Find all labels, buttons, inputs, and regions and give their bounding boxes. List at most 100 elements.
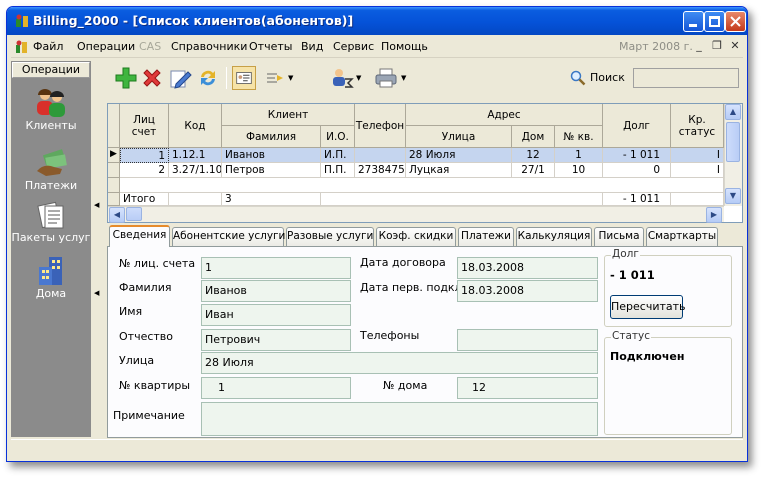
close-button[interactable] <box>725 11 746 32</box>
menu-help[interactable]: Помощь <box>381 40 428 53</box>
status-group-title: Статус <box>611 330 651 342</box>
first-connection-field[interactable]: 18.03.2008 <box>457 280 598 302</box>
table-cell[interactable]: Иванов <box>222 148 321 163</box>
table-cell[interactable]: Петров <box>222 163 321 178</box>
patronymic-field[interactable]: Петрович <box>201 329 351 351</box>
table-cell[interactable]: 2 <box>120 163 169 178</box>
table-cell[interactable]: 3.27/1.10. <box>169 163 222 178</box>
column-header-initials[interactable]: И.О. <box>321 126 355 148</box>
tab-smartcards[interactable]: Смарткарты <box>646 227 718 246</box>
scroll-up-icon[interactable]: ▲ <box>725 104 741 120</box>
menu-file[interactable]: Файл <box>33 40 63 53</box>
table-cell[interactable]: - 1 011 <box>603 148 671 163</box>
column-header-debt[interactable]: Долг <box>603 104 671 148</box>
column-header-flat[interactable]: № кв. <box>555 126 603 148</box>
refresh-icon[interactable] <box>196 66 220 90</box>
toolbar: ▼ ▼ ▼ Поиск <box>104 61 744 95</box>
tab-info[interactable]: Сведения <box>109 225 170 247</box>
collapse-left-icon[interactable]: ◀ <box>94 201 99 209</box>
table-cell[interactable]: И.П. <box>321 148 355 163</box>
menu-reports[interactable]: Отчеты <box>249 40 292 53</box>
house-field[interactable]: 12 <box>457 377 598 399</box>
column-header-street[interactable]: Улица <box>406 126 512 148</box>
vertical-scrollbar[interactable]: ▲ ▼ <box>724 104 742 206</box>
table-cell[interactable]: 1.12.1 <box>169 148 222 163</box>
table-cell[interactable]: 27/1 <box>512 163 555 178</box>
menu-view[interactable]: Вид <box>301 40 323 53</box>
column-header-account[interactable]: Лиц счет <box>120 104 169 148</box>
table-cell[interactable]: 0 <box>603 163 671 178</box>
maximize-button[interactable] <box>704 11 725 32</box>
account-field[interactable]: 1 <box>201 257 351 279</box>
table-cell[interactable]: 2738475 <box>355 163 406 178</box>
tab-letters[interactable]: Письма <box>594 227 644 246</box>
flat-field[interactable]: 1 <box>201 377 351 399</box>
menu-operations[interactable]: Операции <box>77 40 135 53</box>
tab-one-time-services[interactable]: Разовые услуги <box>286 227 374 246</box>
tab-payments[interactable]: Платежи <box>458 227 514 246</box>
table-cell[interactable]: 1 <box>555 148 603 163</box>
mdi-close-button[interactable]: ✕ <box>727 39 743 54</box>
recalculate-button[interactable]: Пересчитать <box>610 295 686 319</box>
add-icon[interactable] <box>114 66 138 90</box>
contract-date-field[interactable]: 18.03.2008 <box>457 257 598 279</box>
title-bar[interactable]: Billing_2000 - [Список клиентов(абоненто… <box>7 7 747 35</box>
contract-date-label: Дата договора <box>360 256 446 269</box>
row-indicator[interactable]: ▶ <box>108 148 120 163</box>
sidebar-splitter[interactable]: ◀ ◀ <box>93 61 101 437</box>
sidebar-item-houses[interactable]: Дома <box>11 255 91 300</box>
table-cell[interactable]: I <box>671 148 724 163</box>
scroll-right-icon[interactable]: ▶ <box>706 207 722 223</box>
surname-field[interactable]: Иванов <box>201 280 351 302</box>
table-cell[interactable]: I <box>671 163 724 178</box>
table-cell[interactable] <box>355 148 406 163</box>
scroll-thumb[interactable] <box>726 122 740 162</box>
note-field[interactable] <box>201 402 598 436</box>
row-indicator[interactable] <box>108 163 120 178</box>
table-row[interactable] <box>120 178 724 193</box>
table-cell[interactable]: П.П. <box>321 163 355 178</box>
scroll-thumb[interactable] <box>126 207 142 221</box>
card-view-icon[interactable] <box>232 66 256 90</box>
column-header-code[interactable]: Код <box>169 104 222 148</box>
menu-references[interactable]: Справочники <box>171 40 247 53</box>
dropdown-arrow-icon[interactable]: ▼ <box>401 74 406 82</box>
horizontal-scrollbar[interactable]: ◀ ▶ <box>108 206 724 223</box>
column-header-surname[interactable]: Фамилия <box>222 126 321 148</box>
mdi-minimize-button[interactable]: _ <box>691 39 707 54</box>
column-header-credit-status[interactable]: Кр. статус <box>671 104 724 148</box>
search-input[interactable] <box>633 68 739 88</box>
column-header-phone[interactable]: Телефон <box>355 104 406 148</box>
phones-field[interactable] <box>457 329 598 351</box>
tab-subscription-services[interactable]: Абонентские услуги <box>172 227 285 246</box>
table-cell[interactable]: 12 <box>512 148 555 163</box>
delete-icon[interactable] <box>140 66 164 90</box>
minimize-button[interactable] <box>683 11 704 32</box>
mdi-restore-button[interactable]: ❐ <box>709 39 725 54</box>
menu-service[interactable]: Сервис <box>333 40 374 53</box>
tab-calculation[interactable]: Калькуляция <box>516 227 592 246</box>
name-field[interactable]: Иван <box>201 304 351 326</box>
print-icon[interactable] <box>374 66 398 90</box>
sidebar-item-clients[interactable]: Клиенты <box>11 87 91 132</box>
sidebar-item-service-packages[interactable]: Пакеты услуг <box>11 201 91 244</box>
transfer-icon[interactable] <box>264 66 288 90</box>
menu-cas[interactable]: CAS <box>139 40 161 53</box>
edit-icon[interactable] <box>168 66 192 90</box>
row-indicator[interactable] <box>108 178 120 193</box>
dropdown-arrow-icon[interactable]: ▼ <box>356 74 361 82</box>
scroll-left-icon[interactable]: ◀ <box>109 207 125 223</box>
column-header-house[interactable]: Дом <box>512 126 555 148</box>
dropdown-arrow-icon[interactable]: ▼ <box>288 74 293 82</box>
tab-discounts[interactable]: Коэф. скидки <box>376 227 456 246</box>
table-cell[interactable]: 1 <box>120 148 169 163</box>
street-field[interactable]: 28 Июля <box>201 352 598 374</box>
table-cell[interactable]: 10 <box>555 163 603 178</box>
table-cell[interactable]: 28 Июля <box>406 148 512 163</box>
collapse-left-icon[interactable]: ◀ <box>94 289 99 297</box>
document-app-icon[interactable] <box>14 39 30 55</box>
scroll-down-icon[interactable]: ▼ <box>725 188 741 204</box>
sidebar-item-payments[interactable]: Платежи <box>11 149 91 192</box>
table-cell[interactable]: Луцкая <box>406 163 512 178</box>
user-sum-icon[interactable] <box>330 66 354 90</box>
